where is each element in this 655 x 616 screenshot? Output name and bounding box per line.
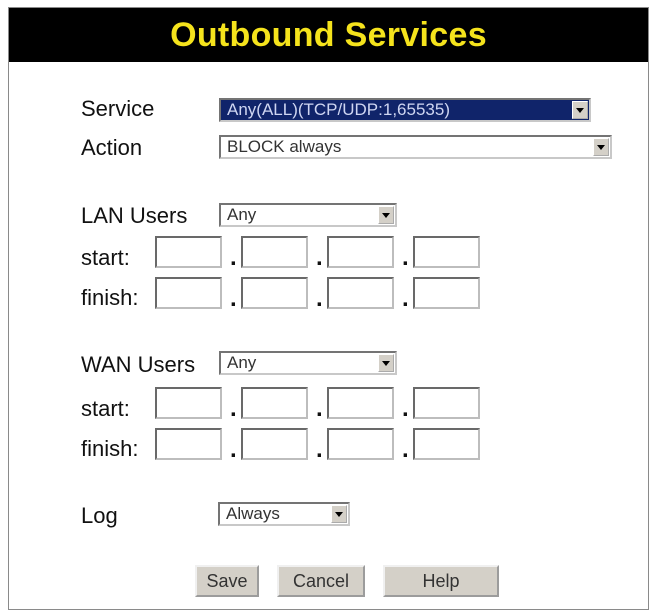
wan-start-octet-2[interactable] [241,387,308,419]
lan-finish-label: finish: [81,285,139,310]
ip-separator: . [316,285,323,312]
title-bar: Outbound Services [9,8,648,62]
ip-separator: . [402,244,409,271]
lan-users-label: LAN Users [81,203,188,228]
service-select[interactable]: Any(ALL)(TCP/UDP:1,65535) [219,98,591,122]
save-button[interactable]: Save [195,565,259,597]
log-select[interactable]: Always [218,502,350,526]
wan-users-select-value: Any [227,353,257,372]
chevron-down-icon[interactable] [378,206,394,224]
outbound-services-panel: Outbound Services Service Any(ALL)(TCP/U… [8,7,649,610]
page-title: Outbound Services [170,15,487,54]
service-select-value: Any(ALL)(TCP/UDP:1,65535) [227,100,450,119]
action-select[interactable]: BLOCK always [219,135,612,159]
ip-separator: . [230,244,237,271]
chevron-down-icon[interactable] [331,505,347,523]
wan-start-label: start: [81,396,130,421]
chevron-down-icon[interactable] [593,138,609,156]
lan-finish-octet-2[interactable] [241,277,308,309]
ip-separator: . [402,285,409,312]
service-label: Service [81,96,155,121]
ip-separator: . [402,436,409,463]
chevron-down-icon[interactable] [378,354,394,372]
lan-start-label: start: [81,245,130,270]
lan-finish-octet-1[interactable] [155,277,222,309]
lan-finish-octet-4[interactable] [413,277,480,309]
wan-finish-octet-3[interactable] [327,428,394,460]
lan-finish-octet-3[interactable] [327,277,394,309]
log-label: Log [81,503,118,528]
log-select-value: Always [226,504,280,523]
ip-separator: . [230,285,237,312]
lan-start-octet-1[interactable] [155,236,222,268]
wan-finish-octet-4[interactable] [413,428,480,460]
ip-separator: . [230,395,237,422]
wan-finish-octet-1[interactable] [155,428,222,460]
lan-start-octet-4[interactable] [413,236,480,268]
lan-users-select[interactable]: Any [219,203,397,227]
ip-separator: . [316,244,323,271]
wan-start-octet-4[interactable] [413,387,480,419]
wan-finish-label: finish: [81,436,139,461]
ip-separator: . [230,436,237,463]
ip-separator: . [402,395,409,422]
help-button[interactable]: Help [383,565,499,597]
lan-users-select-value: Any [227,205,257,224]
wan-start-octet-3[interactable] [327,387,394,419]
wan-users-label: WAN Users [81,352,196,377]
wan-users-select[interactable]: Any [219,351,397,375]
wan-finish-octet-2[interactable] [241,428,308,460]
chevron-down-icon[interactable] [572,101,588,119]
wan-start-octet-1[interactable] [155,387,222,419]
lan-start-octet-3[interactable] [327,236,394,268]
action-label: Action [81,135,143,160]
cancel-button[interactable]: Cancel [277,565,365,597]
lan-start-octet-2[interactable] [241,236,308,268]
action-select-value: BLOCK always [227,137,342,156]
ip-separator: . [316,395,323,422]
ip-separator: . [316,436,323,463]
